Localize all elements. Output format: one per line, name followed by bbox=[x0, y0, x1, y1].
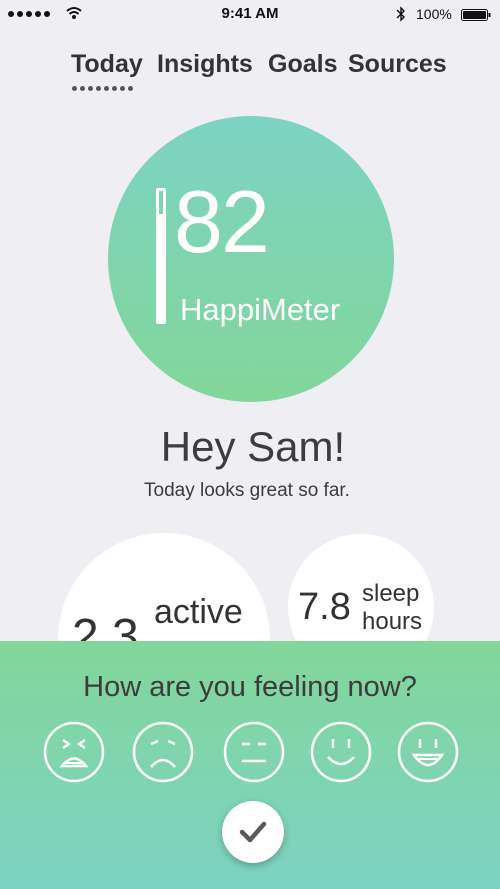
sleep-stat-label-line1: sleep bbox=[362, 580, 420, 607]
mood-panel: How are you feeling now? bbox=[0, 641, 500, 889]
battery-percent: 100% bbox=[416, 6, 452, 22]
happimeter-level-bar bbox=[156, 188, 166, 324]
sleep-stat-value: 7.8 bbox=[298, 586, 351, 628]
sleep-stat-label: sleep hours bbox=[362, 580, 422, 636]
tab-sources[interactable]: Sources bbox=[348, 50, 447, 79]
greeting-title: Hey Sam! bbox=[160, 423, 346, 470]
tab-goals[interactable]: Goals bbox=[268, 50, 337, 79]
active-tab-indicator bbox=[72, 86, 133, 91]
tab-insights[interactable]: Insights bbox=[157, 50, 253, 79]
sad-icon[interactable] bbox=[132, 721, 194, 783]
greeting-subtitle: Today looks great so far. bbox=[144, 480, 350, 501]
happimeter-level-fill bbox=[159, 214, 163, 321]
tab-today[interactable]: Today bbox=[71, 50, 143, 79]
bluetooth-icon bbox=[396, 6, 405, 22]
neutral-icon[interactable] bbox=[223, 721, 285, 783]
happy-icon[interactable] bbox=[310, 721, 372, 783]
happimeter-label: HappiMeter bbox=[180, 292, 341, 327]
sleep-stat-label-line2: hours bbox=[362, 608, 423, 635]
checkmark-icon bbox=[239, 821, 267, 843]
very-sad-icon[interactable] bbox=[43, 721, 105, 783]
status-bar: 9:41 AM 100% bbox=[0, 0, 500, 28]
very-happy-icon[interactable] bbox=[397, 721, 459, 783]
confirm-mood-button[interactable] bbox=[222, 801, 284, 863]
mood-question: How are you feeling now? bbox=[83, 671, 417, 703]
happimeter-circle: 82 HappiMeter bbox=[108, 116, 394, 402]
battery-icon bbox=[461, 9, 491, 21]
tab-bar: Today Insights Goals Sources bbox=[0, 50, 500, 100]
active-stat-label: active bbox=[154, 593, 243, 631]
happimeter-score: 82 bbox=[174, 172, 270, 271]
